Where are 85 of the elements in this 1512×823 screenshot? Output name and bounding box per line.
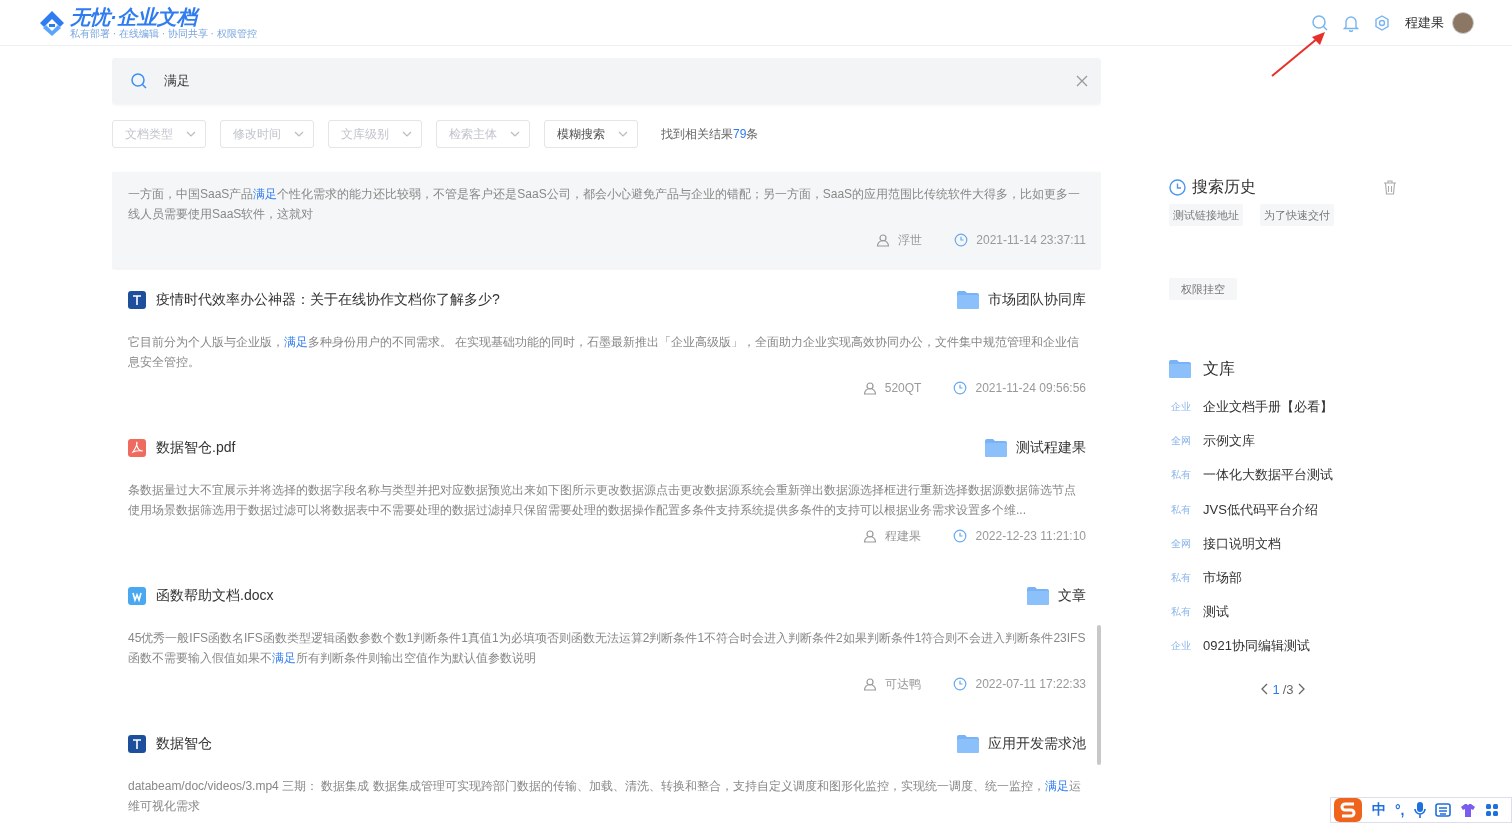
folder-icon	[1027, 587, 1049, 605]
modified-time: 2021-11-14 23:37:11	[976, 233, 1086, 247]
modified-time: 2022-12-23 11:21:10	[975, 529, 1086, 543]
result-card[interactable]: 疫情时代效率办公神器：关于在线协作文档你了解多少? 市场团队协同库 它目前分为个人版与企业版，满足多种身份用户的不同需求。 在实现基础功能的同时，石墨最新推出「企业高级版」，全面助力企业实现高效协同办公，文件集中规范管理和企业信息安全管控。 520QT 2021-11-24 09:56:56	[112, 276, 1101, 416]
clock-icon	[953, 677, 968, 691]
pdf-file-icon	[128, 439, 146, 457]
search-field[interactable]: 满足	[112, 58, 1101, 104]
document-icon	[128, 735, 146, 753]
result-snippet: 45优秀一般IFS函数名IFS函数类型逻辑函数参数个数1判断条件1真值1为必填项否则函数无法运算2判断条件1不符合时会进入判断条件2如果判断条件1符合则不会进入判断条件23IFS函数不需要输入假值如果不满足所有判断条件则输出空值作为默认值参数说明	[128, 630, 1086, 667]
result-card[interactable]: 数据智仓 应用开发需求池 databeam/doc/videos/3.mp4 三期： 数据集成 数据集成管理可实现跨部门数据的传输、加载、清洗、转换和整合，支持自定义调度和图形化监控，实现统一调度、统一监控，满足运维可视化需求	[112, 720, 1101, 823]
result-title[interactable]: 数据智仓.pdf	[156, 439, 985, 457]
clock-icon	[953, 381, 968, 395]
logo-subtitle: 私有部署 · 在线编辑 · 协同共享 · 权限管控	[70, 28, 257, 39]
library-item[interactable]: 私有 市场部	[1169, 560, 1409, 596]
person-icon	[862, 381, 877, 395]
search-icon	[130, 72, 148, 90]
history-tag[interactable]: 权限挂空	[1169, 278, 1237, 300]
search-input[interactable]: 满足	[164, 73, 1075, 89]
library-item[interactable]: 私有 JVS低代码平台介绍	[1169, 492, 1409, 527]
library-name[interactable]: 测试程建果	[1016, 439, 1086, 457]
settings-icon[interactable]	[1373, 13, 1391, 32]
result-title[interactable]: 数据智仓	[156, 735, 957, 753]
result-count: 找到相关结果79条	[661, 125, 759, 143]
input-mode-toggle[interactable]: 中	[1372, 801, 1386, 819]
user-name[interactable]: 程建果	[1405, 13, 1444, 32]
modified-time: 2022-07-11 17:22:33	[975, 677, 1086, 691]
folder-icon	[957, 735, 979, 753]
annotation-arrow	[1271, 32, 1325, 77]
scrollbar-thumb[interactable]	[1097, 625, 1101, 765]
person-icon	[876, 233, 891, 247]
library-item[interactable]: 企业 0921协同编辑测试	[1169, 629, 1409, 664]
trash-icon[interactable]	[1383, 179, 1397, 195]
library-item[interactable]: 私有 测试	[1169, 595, 1409, 630]
folder-icon	[957, 291, 979, 309]
clock-icon	[954, 233, 969, 247]
result-card[interactable]: 数据智仓.pdf 测试程建果 条数据量过大不宜展示并将选择的数据字段名称与类型并把对应数据预览出来如下图所示更改数据源点击更改数据源系统会重新弹出数据源选择框进行重新选择数据源数据筛选节点使用场景数据筛选用于数据过滤可以将数据表中不需要处理的数据过滤掉只保留需要处理的数据操作配置多条件支持系统提供多条件的支持可以根据业务需求设置多个维... 程建果 2022-12-23 11:21:10	[112, 424, 1101, 564]
bell-icon[interactable]	[1342, 13, 1360, 32]
chevron-right-icon[interactable]	[1296, 683, 1306, 695]
history-tag[interactable]: 为了快速交付	[1260, 204, 1334, 226]
page-number[interactable]: 1	[1272, 681, 1280, 697]
chevron-left-icon[interactable]	[1260, 683, 1270, 695]
author-name: 程建果	[885, 527, 922, 545]
filter-select[interactable]: 模糊搜索	[544, 120, 638, 148]
page-total: /3	[1282, 681, 1294, 697]
result-card[interactable]: 一方面，中国SaaS产品满足个性化需求的能力还比较弱，不管是客户还是SaaS公司，都会小心避免产品与企业的错配；另一方面，SaaS的应用范围比传统软件大得多，比如更多一线人员需要使用SaaS软件，这就对 浮世 2021-11-14 23:37:11	[112, 172, 1101, 268]
result-snippet: 一方面，中国SaaS产品满足个性化需求的能力还比较弱，不管是客户还是SaaS公司，都会小心避免产品与企业的错配；另一方面，SaaS的应用范围比传统软件大得多，比如更多一线人员需要使用SaaS软件，这就对	[128, 186, 1082, 223]
microphone-icon[interactable]	[1413, 801, 1426, 819]
history-tag[interactable]: 测试链接地址	[1169, 204, 1243, 226]
keyboard-icon[interactable]	[1434, 803, 1451, 817]
folder-icon	[1169, 360, 1191, 378]
result-snippet: databeam/doc/videos/3.mp4 三期： 数据集成 数据集成管理可实现跨部门数据的传输、加载、清洗、转换和整合，支持自定义调度和图形化监控，实现统一调度、统一监控，满足运维可视化需求	[128, 778, 1082, 815]
author-name: 浮世	[898, 231, 923, 249]
result-snippet: 它目前分为个人版与企业版，满足多种身份用户的不同需求。 在实现基础功能的同时，石墨最新推出「企业高级版」，全面助力企业实现高效协同办公，文件集中规范管理和企业信息安全管控。	[128, 334, 1081, 371]
result-title[interactable]: 函数帮助文档.docx	[156, 587, 1027, 605]
library-item[interactable]: 全网 示例文库	[1169, 424, 1409, 459]
search-icon[interactable]	[1311, 13, 1329, 32]
library-name[interactable]: 应用开发需求池	[988, 735, 1086, 753]
library-name[interactable]: 市场团队协同库	[988, 291, 1086, 309]
shirt-icon[interactable]	[1459, 803, 1476, 817]
result-snippet: 条数据量过大不宜展示并将选择的数据字段名称与类型并把对应数据预览出来如下图所示更改数据源点击更改数据源系统会重新弹出数据源选择框进行重新选择数据源数据筛选节点使用场景数据筛选用于数据过滤可以将数据表中不需要处理的数据过滤掉只保留需要处理的数据操作配置多条件支持系统提供多条件的支持可以根据业务需求设置多个维...	[128, 482, 1077, 519]
modified-time: 2021-11-24 09:56:56	[975, 381, 1086, 395]
section-title: 文库	[1203, 358, 1235, 379]
close-icon[interactable]	[1075, 74, 1089, 88]
author-name: 520QT	[884, 381, 922, 395]
library-item[interactable]: 企业 企业文档手册【必看】	[1169, 390, 1409, 425]
clock-icon	[1169, 178, 1186, 196]
person-icon	[863, 677, 878, 691]
folder-icon	[985, 439, 1007, 457]
library-item[interactable]: 私有 一体化大数据平台测试	[1169, 458, 1409, 493]
result-card[interactable]: 函数帮助文档.docx 文章 45优秀一般IFS函数名IFS函数类型逻辑函数参数个数1判断条件1真值1为必填项否则函数无法运算2判断条件1不符合时会进入判断条件2如果判断条件1符合则不会进入判断条件23IFS函数不需要输入假值如果不满足所有判断条件则输出空值作为默认值参数说明 可达鸭 2022-07-11 17:22:33	[112, 572, 1101, 712]
avatar[interactable]	[1452, 11, 1474, 34]
document-icon	[128, 587, 146, 605]
ime-logo-icon[interactable]	[1333, 797, 1363, 823]
grid-icon[interactable]	[1484, 803, 1499, 817]
document-icon	[128, 291, 146, 309]
person-icon	[863, 529, 878, 543]
clock-icon	[953, 529, 968, 543]
section-title: 搜索历史	[1192, 176, 1257, 197]
punctuation-toggle[interactable]: °,	[1395, 802, 1405, 818]
logo-title[interactable]: 无忧·企业文档	[70, 6, 257, 28]
library-item[interactable]: 全网 接口说明文档	[1169, 526, 1409, 561]
author-name: 可达鸭	[885, 675, 922, 693]
logo-icon	[38, 8, 66, 37]
library-name[interactable]: 文章	[1058, 587, 1086, 605]
result-title[interactable]: 疫情时代效率办公神器：关于在线协作文档你了解多少?	[156, 291, 957, 309]
